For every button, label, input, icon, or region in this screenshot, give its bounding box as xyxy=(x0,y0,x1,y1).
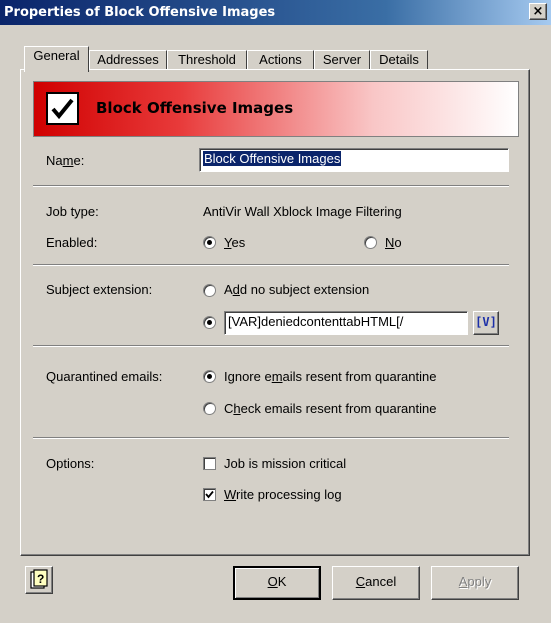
mission-critical-checkbox[interactable] xyxy=(203,457,216,470)
custom-subject-extension-radio[interactable] xyxy=(203,316,216,329)
properties-dialog: Properties of Block Offensive Images × G… xyxy=(0,0,551,623)
divider xyxy=(33,185,509,187)
name-label: Name: xyxy=(46,153,85,168)
tab-general[interactable]: General xyxy=(24,46,89,72)
divider xyxy=(33,345,509,347)
job-type-label: Job type: xyxy=(46,204,99,219)
apply-button: Apply xyxy=(431,566,519,600)
banner-title: Block Offensive Images xyxy=(96,99,294,117)
check-quarantine-radio[interactable] xyxy=(203,402,216,415)
subject-extension-input[interactable]: [VAR]deniedcontenttabHTML[/ xyxy=(224,311,468,335)
enabled-yes-radio[interactable] xyxy=(203,236,216,249)
check-quarantine-label[interactable]: Check emails resent from quarantine xyxy=(224,401,436,416)
insert-variable-button[interactable]: [V] xyxy=(473,311,499,335)
check-icon xyxy=(205,490,214,499)
job-banner: Block Offensive Images xyxy=(33,81,519,137)
ignore-quarantine-label[interactable]: Ignore emails resent from quarantine xyxy=(224,369,436,384)
tab-actions[interactable]: Actions xyxy=(247,50,314,70)
no-subject-extension-radio[interactable] xyxy=(203,284,216,297)
enabled-label: Enabled: xyxy=(46,235,98,250)
options-label: Options: xyxy=(46,456,95,471)
tab-server[interactable]: Server xyxy=(314,50,370,70)
tab-threshold[interactable]: Threshold xyxy=(167,50,247,70)
no-subject-extension-label[interactable]: Add no subject extension xyxy=(224,282,369,297)
name-input[interactable]: Block Offensive Images xyxy=(199,148,509,172)
job-type-value: AntiVir Wall Xblock Image Filtering xyxy=(203,204,402,219)
ok-button[interactable]: OK xyxy=(233,566,321,600)
tab-details[interactable]: Details xyxy=(370,50,428,70)
enabled-no-radio[interactable] xyxy=(364,236,377,249)
subject-extension-label: Subject extension: xyxy=(46,282,153,297)
quarantined-emails-label: Quarantined emails: xyxy=(46,369,163,384)
enabled-no-label[interactable]: No xyxy=(385,235,402,250)
enabled-yes-label[interactable]: Yes xyxy=(224,235,245,250)
check-icon xyxy=(46,92,79,125)
svg-text:?: ? xyxy=(37,572,44,586)
window-title: Properties of Block Offensive Images xyxy=(4,5,276,20)
processing-log-label[interactable]: Write processing log xyxy=(224,487,342,502)
title-bar[interactable]: Properties of Block Offensive Images × xyxy=(0,0,551,25)
divider xyxy=(33,264,509,266)
tab-addresses[interactable]: Addresses xyxy=(89,50,167,70)
mission-critical-label[interactable]: Job is mission critical xyxy=(224,456,346,471)
ignore-quarantine-radio[interactable] xyxy=(203,370,216,383)
cancel-button[interactable]: Cancel xyxy=(332,566,420,600)
help-button[interactable]: ? xyxy=(25,566,53,594)
processing-log-checkbox[interactable] xyxy=(203,488,216,501)
divider xyxy=(33,437,509,439)
close-button[interactable]: × xyxy=(529,3,547,20)
help-icon: ? xyxy=(30,569,48,589)
